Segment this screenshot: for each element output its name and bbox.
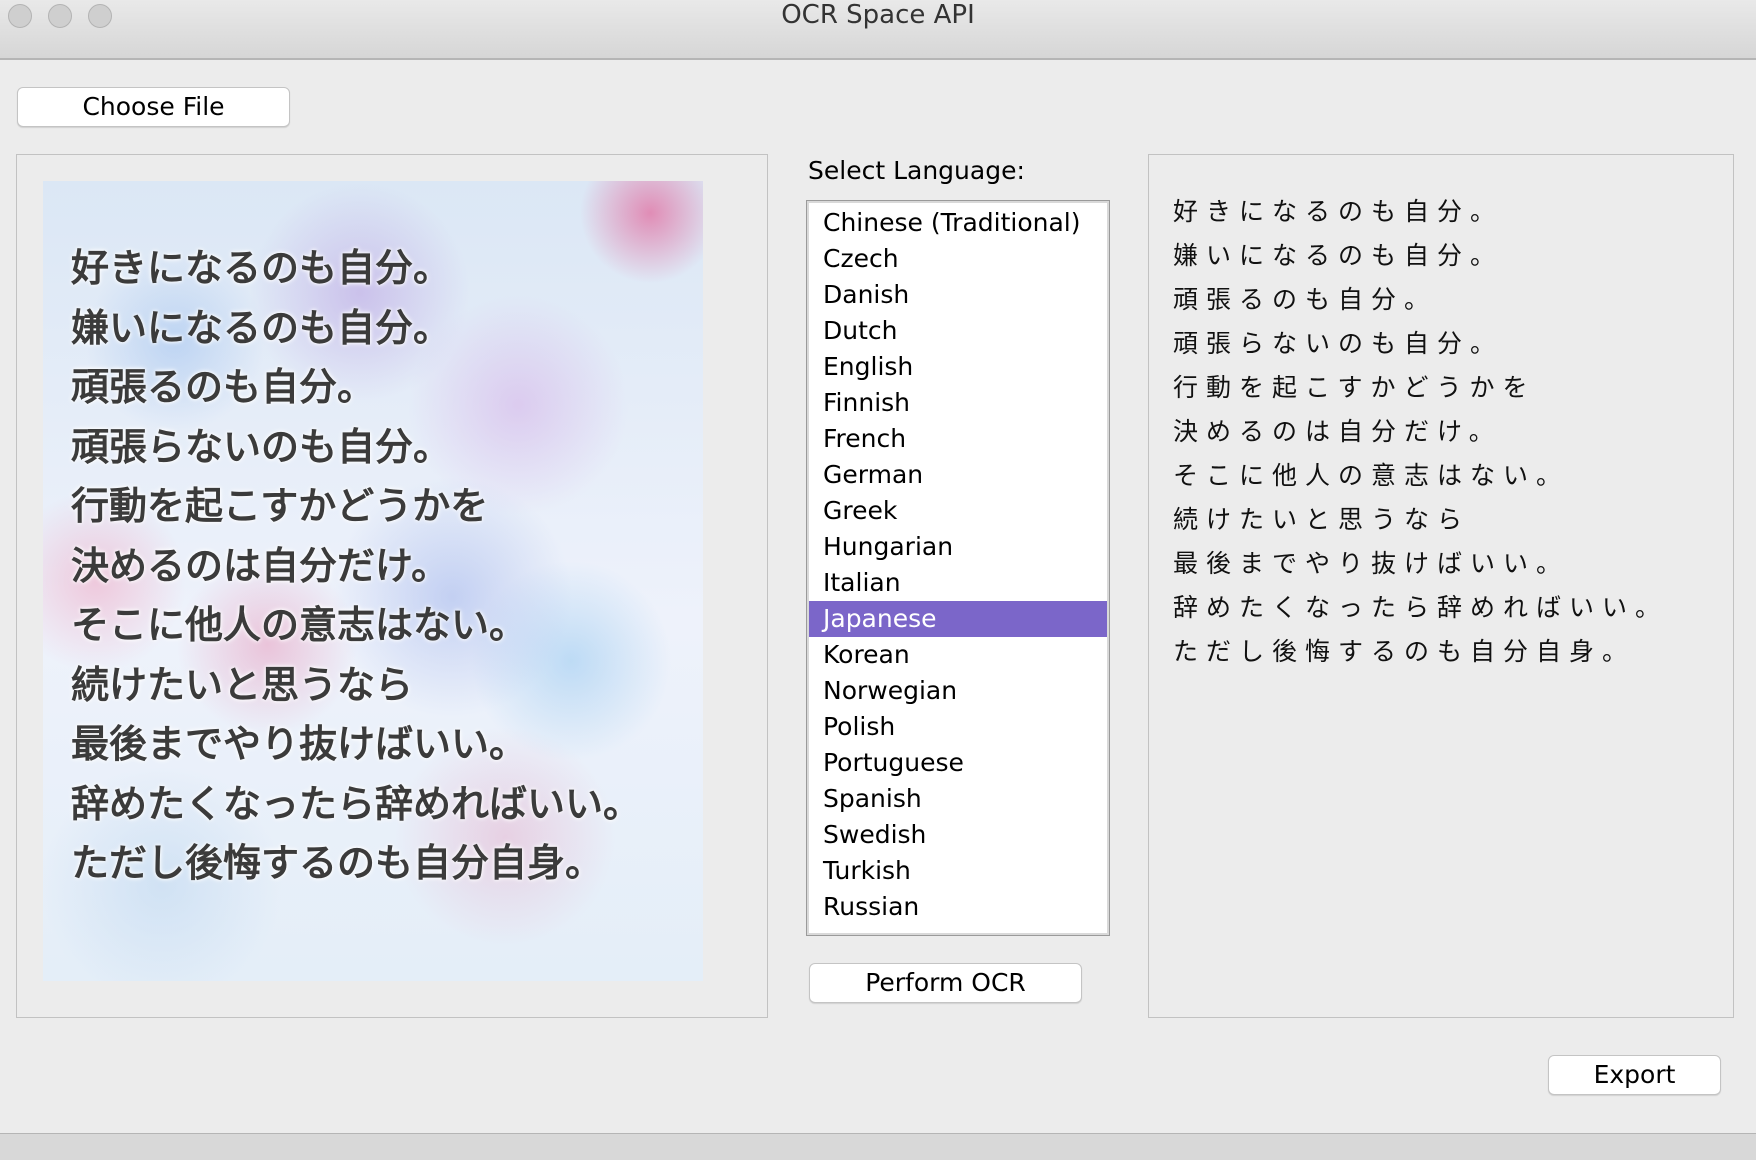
- language-option-korean[interactable]: Korean: [809, 637, 1107, 673]
- language-option-turkish[interactable]: Turkish: [809, 853, 1107, 889]
- ocr-result-line: 頑張るのも自分。: [1173, 285, 1438, 314]
- ocr-result-line: ただし後悔するのも自分自身。: [1173, 637, 1636, 666]
- image-text-line: 好きになるのも自分。: [71, 246, 452, 290]
- language-option-swedish[interactable]: Swedish: [809, 817, 1107, 853]
- image-text-line: 最後までやり抜けばいい。: [71, 722, 528, 766]
- image-text-line: 頑張るのも自分。: [71, 365, 376, 409]
- language-option-portuguese[interactable]: Portuguese: [809, 745, 1107, 781]
- language-listbox[interactable]: Chinese (Traditional) Czech Danish Dutch Eng…: [806, 200, 1110, 936]
- ocr-result-text[interactable]: 好きになるのも自分。 嫌いになるのも自分。 頑張るのも自分。頑張らないのも自分。行動…: [1173, 190, 1668, 674]
- language-option-danish[interactable]: Danish: [809, 277, 1107, 313]
- language-option-japanese[interactable]: Japanese: [809, 601, 1107, 637]
- ocr-result-line: 辞めたくなったら辞めればいい。: [1173, 593, 1669, 622]
- image-text-line: 嫌いになるのも自分。: [71, 305, 452, 350]
- language-option-english[interactable]: English: [809, 349, 1107, 385]
- image-text-line: 頑張らないのも自分。: [71, 424, 452, 469]
- language-option-russian[interactable]: Russian: [809, 889, 1107, 925]
- ocr-result-line: 続けたいと思うなら: [1173, 505, 1471, 534]
- image-text-line: 続けたいと思うなら: [71, 662, 414, 707]
- language-option-norwegian[interactable]: Norwegian: [809, 673, 1107, 709]
- language-option-finnish[interactable]: Finnish: [809, 385, 1107, 421]
- ocr-result-line: 好きになるのも自分。: [1173, 197, 1504, 226]
- ocr-result-line: 最後までやり抜けばいい。: [1173, 549, 1570, 578]
- export-button[interactable]: Export: [1548, 1055, 1721, 1095]
- language-option-polish[interactable]: Polish: [809, 709, 1107, 745]
- ocr-result-line: 嫌いになるのも自分。: [1173, 241, 1504, 270]
- language-option-greek[interactable]: Greek: [809, 493, 1107, 529]
- image-text-block: 好きになるのも自分。 嫌いになるのも自分。 頑張るのも自分。頑張らないのも自分。 行動…: [71, 239, 641, 894]
- ocr-result-line: 行動を起こすかどうかを: [1173, 373, 1536, 402]
- ocr-result-line: 決めるのは自分だけ。: [1173, 417, 1502, 446]
- language-option-chinese-traditional[interactable]: Chinese (Traditional): [809, 205, 1107, 241]
- window-title: OCR Space API: [781, 0, 975, 30]
- language-option-german[interactable]: German: [809, 457, 1107, 493]
- image-text-line: そこに他人の意志はない。: [71, 603, 528, 647]
- image-text-line: 行動を起こすかどうかを: [71, 484, 489, 528]
- language-option-dutch[interactable]: Dutch: [809, 313, 1107, 349]
- language-option-italian[interactable]: Italian: [809, 565, 1107, 601]
- language-option-hungarian[interactable]: Hungarian: [809, 529, 1107, 565]
- app-window: OCR Space API Choose File 好きになるのも自分。 嫌いにな…: [0, 0, 1756, 1160]
- title-bar: OCR Space API: [0, 0, 1756, 60]
- window-bottom-bar: [0, 1133, 1756, 1160]
- language-option-spanish[interactable]: Spanish: [809, 781, 1107, 817]
- ocr-result-line: そこに他人の意志はない。: [1173, 461, 1570, 490]
- language-option-czech[interactable]: Czech: [809, 241, 1107, 277]
- perform-ocr-button[interactable]: Perform OCR: [809, 963, 1082, 1003]
- select-language-label: Select Language:: [808, 156, 1025, 185]
- choose-file-button[interactable]: Choose File: [17, 87, 290, 127]
- image-text-line: ただし後悔するのも自分自身。: [71, 841, 604, 885]
- source-image: 好きになるのも自分。 嫌いになるのも自分。 頑張るのも自分。頑張らないのも自分。 行動…: [43, 181, 703, 981]
- language-option-french[interactable]: French: [809, 421, 1107, 457]
- image-text-line: 辞めたくなったら辞めればいい。: [71, 781, 642, 826]
- image-preview-panel: 好きになるのも自分。 嫌いになるのも自分。 頑張るのも自分。頑張らないのも自分。 行動…: [16, 154, 768, 1018]
- image-text-line: 決めるのは自分だけ。: [71, 543, 450, 588]
- ocr-result-line: 頑張らないのも自分。: [1173, 329, 1504, 358]
- ocr-result-panel[interactable]: 好きになるのも自分。 嫌いになるのも自分。 頑張るのも自分。頑張らないのも自分。行動…: [1148, 154, 1734, 1018]
